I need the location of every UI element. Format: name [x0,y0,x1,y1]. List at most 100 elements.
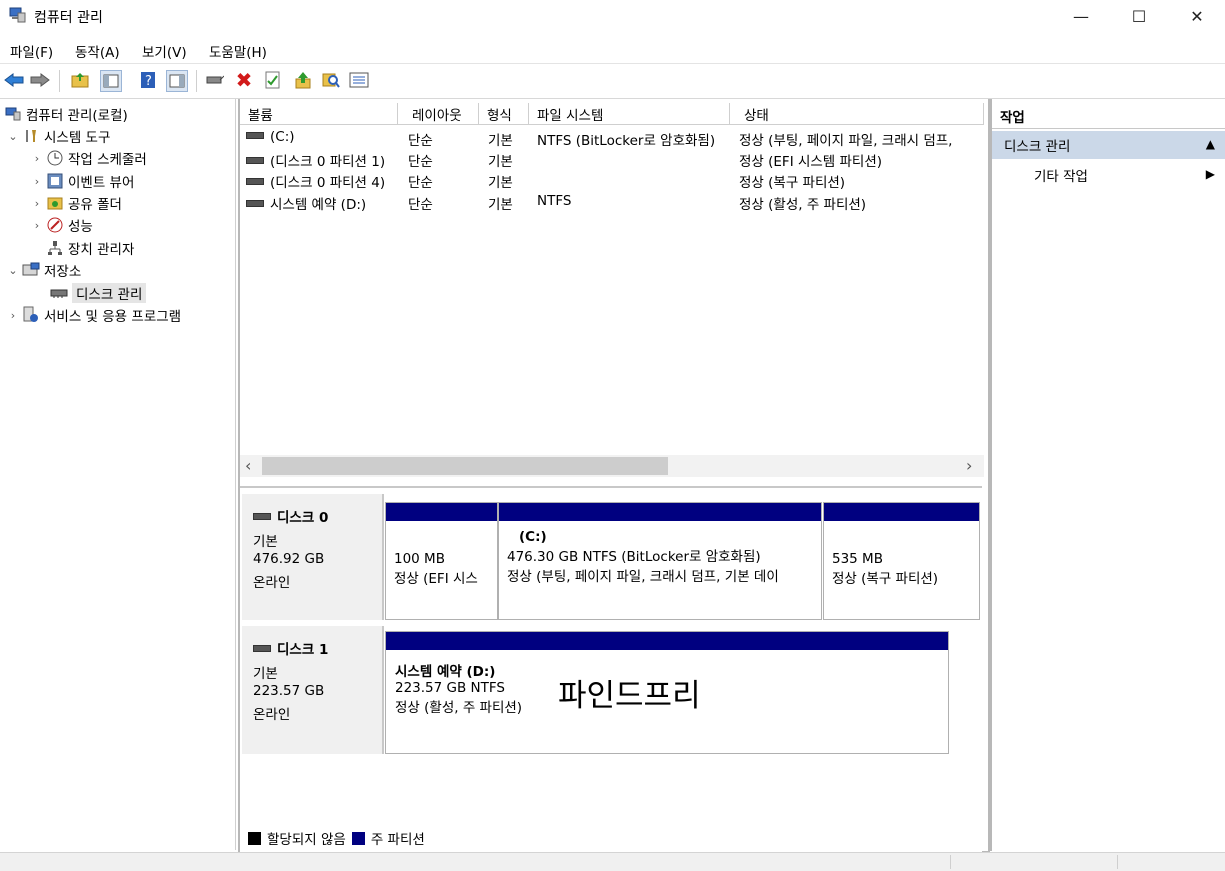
tree-label: 저장소 [44,264,82,280]
drive-icon [253,644,271,652]
find-icon[interactable] [321,70,341,90]
chevron-down-icon[interactable]: ⌄ [6,130,20,143]
volume-row[interactable]: (디스크 0 파티션 4) 단순 기본 정상 (복구 파티션) [240,169,980,191]
computer-management-icon [8,7,26,23]
maximize-button[interactable]: ☐ [1110,0,1168,32]
tree-label: 작업 스케줄러 [68,152,147,168]
chevron-right-icon[interactable]: › [30,175,44,188]
volume-type: 기본 [488,154,513,170]
minimize-button[interactable]: — [1052,0,1110,32]
volume-layout: 단순 [408,133,433,149]
tree-item-services-applications[interactable]: › 서비스 및 응용 프로그램 [6,305,181,325]
partition-recovery[interactable]: 535 MB 정상 (복구 파티션) [823,502,980,620]
menu-bar: 파일(F) 동작(A) 보기(V) 도움말(H) [0,36,1225,62]
partition-size: 100 MB [394,551,445,567]
disk-status: 온라인 [253,707,291,723]
back-icon[interactable] [4,70,24,90]
volume-name: (C:) [270,129,295,145]
primary-partition-swatch [351,831,365,845]
disk-0-info[interactable]: 디스크 0 기본 476.92 GB 온라인 [242,494,384,620]
storage-icon [22,261,40,279]
tree-item-shared-folders[interactable]: › 공유 폴더 [30,193,122,214]
disk-size: 223.57 GB [253,683,325,699]
volume-status: 정상 (복구 파티션) [739,175,846,191]
legend: 할당되지 않음 주 파티션 [248,828,425,848]
tree-item-system-tools[interactable]: ⌄ 시스템 도구 [6,126,110,147]
partition-status: 정상 (부팅, 페이지 파일, 크래시 덤프, 기본 데이 [507,569,779,585]
disk-management-icon [50,284,68,302]
primary-partition-bar [824,503,979,521]
volume-row[interactable]: (디스크 0 파티션 1) 단순 기본 정상 (EFI 시스템 파티션) [240,148,980,170]
volume-name: (디스크 0 파티션 4) [270,175,386,191]
tree-label: 디스크 관리 [72,283,147,303]
drive-icon [253,512,271,520]
status-bar [0,852,1225,871]
column-header-file-system[interactable]: 파일 시스템 [529,103,730,125]
scrollbar-thumb[interactable] [262,457,668,475]
tree-item-disk-management[interactable]: 디스크 관리 [48,283,147,303]
tree-item-device-manager[interactable]: 장치 관리자 [44,238,134,258]
collapse-icon[interactable]: ▲ [1206,137,1215,151]
column-header-layout[interactable]: 레이아웃 [398,103,479,125]
volume-name: (디스크 0 파티션 1) [270,154,386,170]
up-folder-icon[interactable] [70,70,90,90]
tree-item-performance[interactable]: › 성능 [30,215,93,235]
close-button[interactable]: ✕ [1168,0,1225,32]
tree-item-event-viewer[interactable]: › 이벤트 뷰어 [30,171,134,191]
menu-action[interactable]: 동작(A) [75,41,120,61]
tree-item-storage[interactable]: ⌄ 저장소 [6,260,81,280]
tree-item-task-scheduler[interactable]: › 작업 스케줄러 [30,148,147,168]
volume-type: 기본 [488,197,513,213]
event-viewer-icon [46,172,64,190]
menu-file[interactable]: 파일(F) [10,41,53,61]
svg-text:?: ? [145,74,152,89]
disk-size: 476.92 GB [253,551,325,567]
partition-c[interactable]: (C:) 476.30 GB NTFS (BitLocker로 암호화됨) 정상… [498,502,822,620]
help-icon[interactable]: ? [138,70,158,90]
clock-icon [46,149,64,167]
legend-primary-label: 주 파티션 [370,832,425,848]
delete-icon[interactable]: ✖ [234,68,254,92]
volume-type: 기본 [488,175,513,191]
actions-section-label: 디스크 관리 [1004,139,1071,155]
chevron-right-icon[interactable]: › [30,152,44,165]
actions-section-disk-management[interactable]: 디스크 관리 ▲ [992,131,1225,159]
tree-label: 장치 관리자 [68,242,135,258]
connect-drive-icon[interactable] [205,70,225,90]
scroll-right-icon[interactable]: › [966,456,972,475]
show-hide-console-tree-icon[interactable] [100,70,122,92]
chevron-right-icon[interactable]: › [30,197,44,210]
chevron-down-icon[interactable]: ⌄ [6,264,20,277]
volume-row[interactable]: 시스템 예약 (D:) 단순 기본 NTFS 정상 (활성, 주 파티션) [240,191,980,213]
drive-icon [246,156,264,164]
volume-row[interactable]: (C:) 단순 기본 NTFS (BitLocker로 암호화됨) 정상 (부팅… [240,127,980,149]
up-arrow-icon[interactable] [293,70,313,90]
list-view-icon[interactable] [349,70,369,90]
menu-help[interactable]: 도움말(H) [209,41,267,61]
properties-check-icon[interactable] [263,70,283,90]
scroll-left-icon[interactable]: ‹ [245,456,251,475]
column-header-type[interactable]: 형식 [479,103,529,125]
chevron-right-icon[interactable]: › [30,219,44,232]
volume-layout: 단순 [408,197,433,213]
partition-size: 476.30 GB NTFS (BitLocker로 암호화됨) [507,549,761,565]
column-header-status[interactable]: 상태 [730,103,984,125]
services-icon [22,306,40,324]
chevron-right-icon[interactable]: › [6,309,20,322]
tree-item-computer-management[interactable]: 컴퓨터 관리(로컬) [2,104,128,124]
partition-efi[interactable]: 100 MB 정상 (EFI 시스 [385,502,498,620]
actions-header: 작업 [992,103,1225,129]
menu-view[interactable]: 보기(V) [142,41,187,61]
volume-file-system: NTFS [537,193,572,209]
volume-file-system: NTFS (BitLocker로 암호화됨) [537,133,716,149]
show-hide-action-pane-icon[interactable] [166,70,188,92]
volume-type: 기본 [488,133,513,149]
more-actions-item[interactable]: 기타 작업 ▶ [992,163,1225,187]
disk-1-info[interactable]: 디스크 1 기본 223.57 GB 온라인 [242,626,384,754]
partition-size: 535 MB [832,551,883,567]
expand-right-icon: ▶ [1205,167,1215,181]
drive-icon [246,199,264,207]
volume-layout: 단순 [408,175,433,191]
column-header-volume[interactable]: 볼륨 [240,103,398,125]
forward-icon[interactable] [30,70,50,90]
